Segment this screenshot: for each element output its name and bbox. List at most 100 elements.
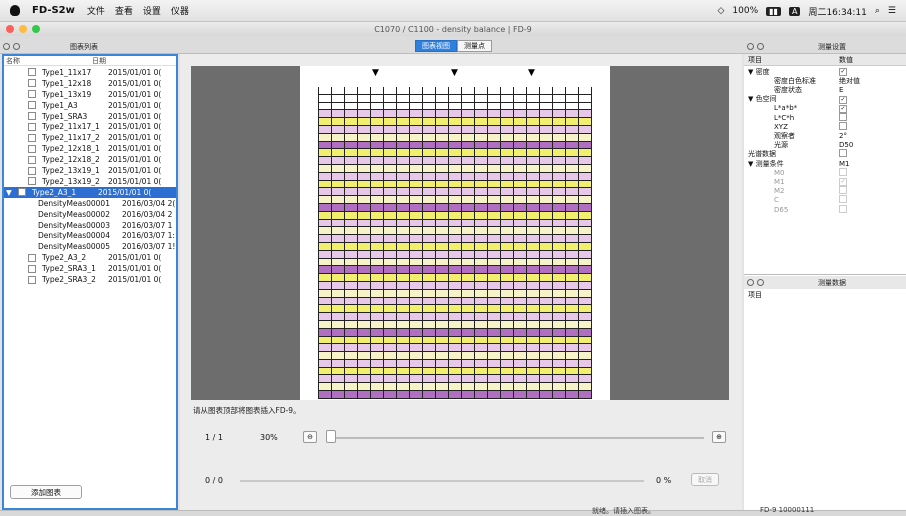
chart-checkbox[interactable] <box>28 79 36 88</box>
minimize-window-icon[interactable] <box>19 25 27 33</box>
zoom-out-button[interactable]: ⊖ <box>303 431 317 443</box>
search-icon[interactable]: ⌕ <box>875 6 880 16</box>
setting-checkbox[interactable]: ✓ <box>839 95 847 104</box>
close-pane-icon[interactable] <box>747 279 754 286</box>
chart-list-row[interactable]: Type2_11x17_2 2015/01/01 0( <box>4 132 176 143</box>
color-patch <box>384 367 397 376</box>
chart-checkbox[interactable] <box>28 264 36 273</box>
apple-icon[interactable] <box>10 5 20 16</box>
setting-value[interactable]: 绝对值 <box>839 77 860 85</box>
chart-list-row[interactable]: Type2_13x19_1 2015/01/01 0( <box>4 165 176 176</box>
wifi-icon[interactable]: ◇ <box>718 6 725 16</box>
chart-list-row[interactable]: Type1_13x19 2015/01/01 0( <box>4 89 176 100</box>
chart-list-row[interactable]: Type1_11x17 2015/01/01 0( <box>4 67 176 78</box>
chart-list-row[interactable]: DensityMeas00005 2016/03/07 1! <box>4 241 176 252</box>
detach-pane-icon[interactable] <box>13 43 20 50</box>
disclosure-triangle-icon[interactable]: ▼ <box>6 188 16 197</box>
close-window-icon[interactable] <box>6 25 14 33</box>
setting-row[interactable]: 光谱数据 <box>744 149 906 159</box>
list-icon[interactable]: ☰ <box>888 6 896 16</box>
setting-row[interactable]: M2 <box>744 186 906 196</box>
chart-checkbox[interactable] <box>28 166 36 175</box>
color-patch <box>345 289 358 298</box>
setting-checkbox[interactable] <box>839 112 847 121</box>
tab-chart-view[interactable]: 图表视图 <box>415 40 457 52</box>
zoom-in-button[interactable]: ⊕ <box>712 431 726 443</box>
chart-list-row[interactable]: Type2_SRA3_2 2015/01/01 0( <box>4 274 176 285</box>
setting-checkbox[interactable] <box>839 204 847 213</box>
chart-list-row[interactable]: Type2_SRA3_1 2015/01/01 0( <box>4 263 176 274</box>
setting-row[interactable]: M1 ✓ <box>744 177 906 187</box>
setting-checkbox[interactable] <box>839 195 847 204</box>
chart-checkbox[interactable] <box>28 101 36 110</box>
chart-checkbox[interactable] <box>28 177 36 186</box>
menu-file[interactable]: 文件 <box>87 4 105 17</box>
chart-list-row[interactable]: DensityMeas00003 2016/03/07 1 <box>4 220 176 231</box>
chart-checkbox[interactable] <box>28 144 36 153</box>
setting-checkbox[interactable] <box>839 186 847 195</box>
chart-checkbox[interactable] <box>28 253 36 262</box>
chart-checkbox[interactable] <box>28 90 36 99</box>
menu-settings[interactable]: 设置 <box>143 4 161 17</box>
column-name[interactable]: 名称 <box>4 56 76 65</box>
setting-value[interactable]: E <box>839 86 843 94</box>
setting-row[interactable]: D65 <box>744 204 906 214</box>
zoom-window-icon[interactable] <box>32 25 40 33</box>
chart-checkbox[interactable] <box>28 155 36 164</box>
chart-date: 2015/01/01 0( <box>108 100 162 110</box>
cancel-button[interactable]: 取消 <box>691 473 719 486</box>
tab-measure-points[interactable]: 测量点 <box>457 40 492 52</box>
menu-view[interactable]: 查看 <box>115 4 133 17</box>
chart-list-row[interactable]: Type2_12x18_2 2015/01/01 0( <box>4 154 176 165</box>
chart-list-row[interactable]: Type2_13x19_2 2015/01/01 0( <box>4 176 176 187</box>
setting-row[interactable]: 密度状态 E <box>744 85 906 94</box>
setting-value[interactable]: M1 <box>839 160 850 168</box>
battery-icon[interactable]: ▮▮ <box>766 6 781 16</box>
color-patch <box>371 211 384 220</box>
setting-row[interactable]: C <box>744 195 906 205</box>
app-menu[interactable]: FD-S2w <box>32 5 75 16</box>
setting-row[interactable]: 密度白色标准 绝对值 <box>744 76 906 85</box>
setting-row[interactable]: M0 <box>744 167 906 177</box>
chart-list-row[interactable]: Type1_SRA3 2015/01/01 0( <box>4 111 176 122</box>
input-method-icon[interactable]: A <box>788 6 801 16</box>
chart-list-row[interactable]: Type1_A3 2015/01/01 0( <box>4 100 176 111</box>
color-patch <box>332 149 345 158</box>
chart-list-row[interactable]: DensityMeas00004 2016/03/07 1: <box>4 231 176 242</box>
setting-value[interactable]: 2° <box>839 132 847 140</box>
setting-checkbox[interactable] <box>839 121 847 130</box>
setting-value[interactable]: D50 <box>839 141 853 149</box>
chart-list-row[interactable]: ▼ Type2_A3_1 2015/01/01 0( <box>4 186 176 198</box>
clock[interactable]: 周二16:34:11 <box>808 5 866 18</box>
setting-row[interactable]: ▼ 色空间 ✓ <box>744 95 906 104</box>
color-patch <box>318 266 332 275</box>
chart-list-row[interactable]: Type2_12x18_1 2015/01/01 0( <box>4 143 176 154</box>
chart-checkbox[interactable] <box>28 68 36 77</box>
chart-list-row[interactable]: Type1_12x18 2015/01/01 0( <box>4 78 176 89</box>
chart-checkbox[interactable] <box>28 133 36 142</box>
chart-list-row[interactable]: Type2_11x17_1 2015/01/01 0( <box>4 122 176 133</box>
setting-checkbox[interactable] <box>839 149 847 158</box>
zoom-slider-handle[interactable] <box>326 430 336 443</box>
detach-pane-icon[interactable] <box>757 43 764 50</box>
chart-list-row[interactable]: DensityMeas00002 2016/03/04 2 <box>4 209 176 220</box>
close-pane-icon[interactable] <box>3 43 10 50</box>
chart-checkbox[interactable] <box>28 122 36 131</box>
column-date[interactable]: 日期 <box>76 56 106 65</box>
add-chart-button[interactable]: 添加图表 <box>10 485 82 499</box>
chart-list-row[interactable]: Type2_A3_2 2015/01/01 0( <box>4 252 176 263</box>
setting-row[interactable]: 观察者 2° <box>744 131 906 140</box>
color-patch <box>488 180 501 189</box>
chart-checkbox[interactable] <box>28 112 36 121</box>
zoom-slider-track[interactable] <box>334 437 704 439</box>
menu-instrument[interactable]: 仪器 <box>171 4 189 17</box>
setting-row[interactable]: XYZ <box>744 121 906 131</box>
setting-checkbox[interactable] <box>839 167 847 176</box>
close-pane-icon[interactable] <box>747 43 754 50</box>
chart-checkbox[interactable] <box>18 188 26 197</box>
setting-row[interactable]: L*a*b* ✓ <box>744 104 906 113</box>
chart-list-row[interactable]: DensityMeas00001 2016/03/04 2( <box>4 198 176 209</box>
setting-row[interactable]: 光源 D50 <box>744 141 906 150</box>
detach-pane-icon[interactable] <box>757 279 764 286</box>
chart-checkbox[interactable] <box>28 275 36 284</box>
